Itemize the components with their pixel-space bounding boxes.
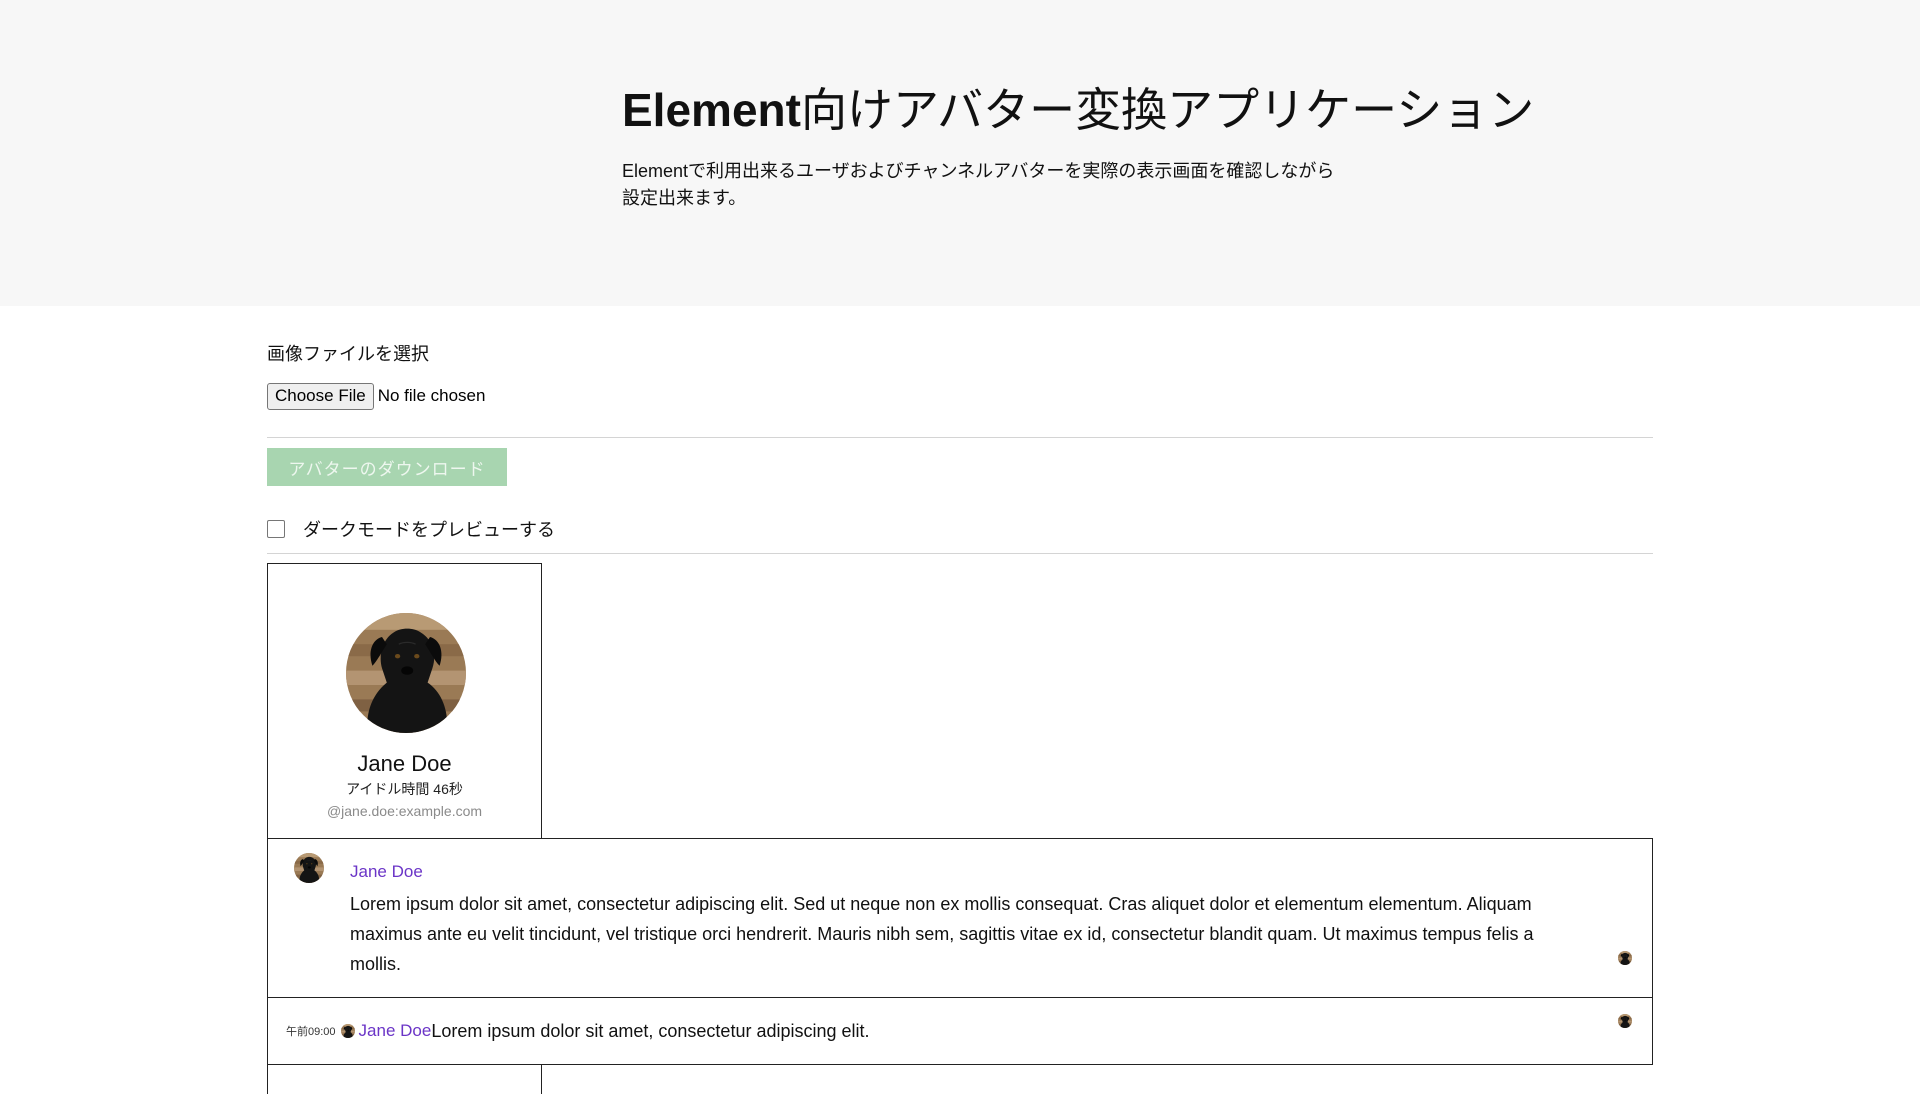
message-sender-name: Jane Doe	[350, 862, 423, 881]
message-preview-group: Jane Doe Lorem ipsum dolor sit amet, con…	[267, 838, 1653, 998]
file-picker-section: 画像ファイルを選択 Choose File No file chosen	[267, 340, 1653, 410]
dark-mode-toggle[interactable]: ダークモードをプレビューする	[267, 516, 555, 542]
file-input-label: 画像ファイルを選択	[267, 344, 429, 364]
dark-mode-checkbox[interactable]	[267, 520, 285, 538]
page-title-rest: 向けアバター変換アプリケーション	[800, 84, 1535, 136]
message-sender-name: Jane Doe	[358, 1021, 432, 1040]
divider	[267, 553, 1653, 554]
dark-mode-label: ダークモードをプレビューする	[303, 520, 555, 540]
irc-message-line: 午前09:00 Jane Doe Lorem ipsum dolor sit a…	[286, 1020, 870, 1042]
page-title: Element向けアバター変換アプリケーション	[622, 78, 1534, 142]
read-receipt-avatar-icon	[1618, 951, 1632, 965]
choose-file-button[interactable]: Choose File	[267, 382, 374, 410]
divider	[267, 437, 1653, 438]
page-title-brand: Element	[622, 84, 801, 136]
profile-user-id: @jane.doe:example.com	[326, 803, 483, 819]
dog-avatar-icon	[346, 613, 466, 733]
message-body: Lorem ipsum dolor sit amet, consectetur …	[431, 1020, 870, 1041]
hero-header: Element向けアバター変換アプリケーション Elementで利用出来るユーザ…	[0, 0, 1920, 306]
sender-avatar-icon	[341, 1024, 355, 1038]
preview-card-partial	[267, 1064, 542, 1094]
profile-name: Jane Doe	[357, 751, 452, 776]
file-input[interactable]: Choose File No file chosen	[267, 382, 1653, 410]
profile-preview-card: Jane Doe アイドル時間 46秒 @jane.doe:example.co…	[267, 563, 542, 839]
download-avatar-button[interactable]: アバターのダウンロード	[267, 448, 507, 486]
message-timestamp: 午前09:00	[286, 1026, 336, 1038]
file-status-text: No file chosen	[377, 386, 486, 405]
message-preview-irc: 午前09:00 Jane Doe Lorem ipsum dolor sit a…	[267, 997, 1653, 1065]
hero-content: Element向けアバター変換アプリケーション Elementで利用出来るユーザ…	[622, 78, 1534, 212]
read-receipt-avatar-icon	[1618, 1014, 1632, 1028]
profile-idle-time: アイドル時間 46秒	[346, 781, 463, 797]
page-description: Elementで利用出来るユーザおよびチャンネルアバターを実際の表示画面を確認し…	[622, 161, 1335, 208]
message-body: Lorem ipsum dolor sit amet, consectetur …	[350, 894, 1534, 974]
sender-avatar-icon	[294, 853, 324, 883]
